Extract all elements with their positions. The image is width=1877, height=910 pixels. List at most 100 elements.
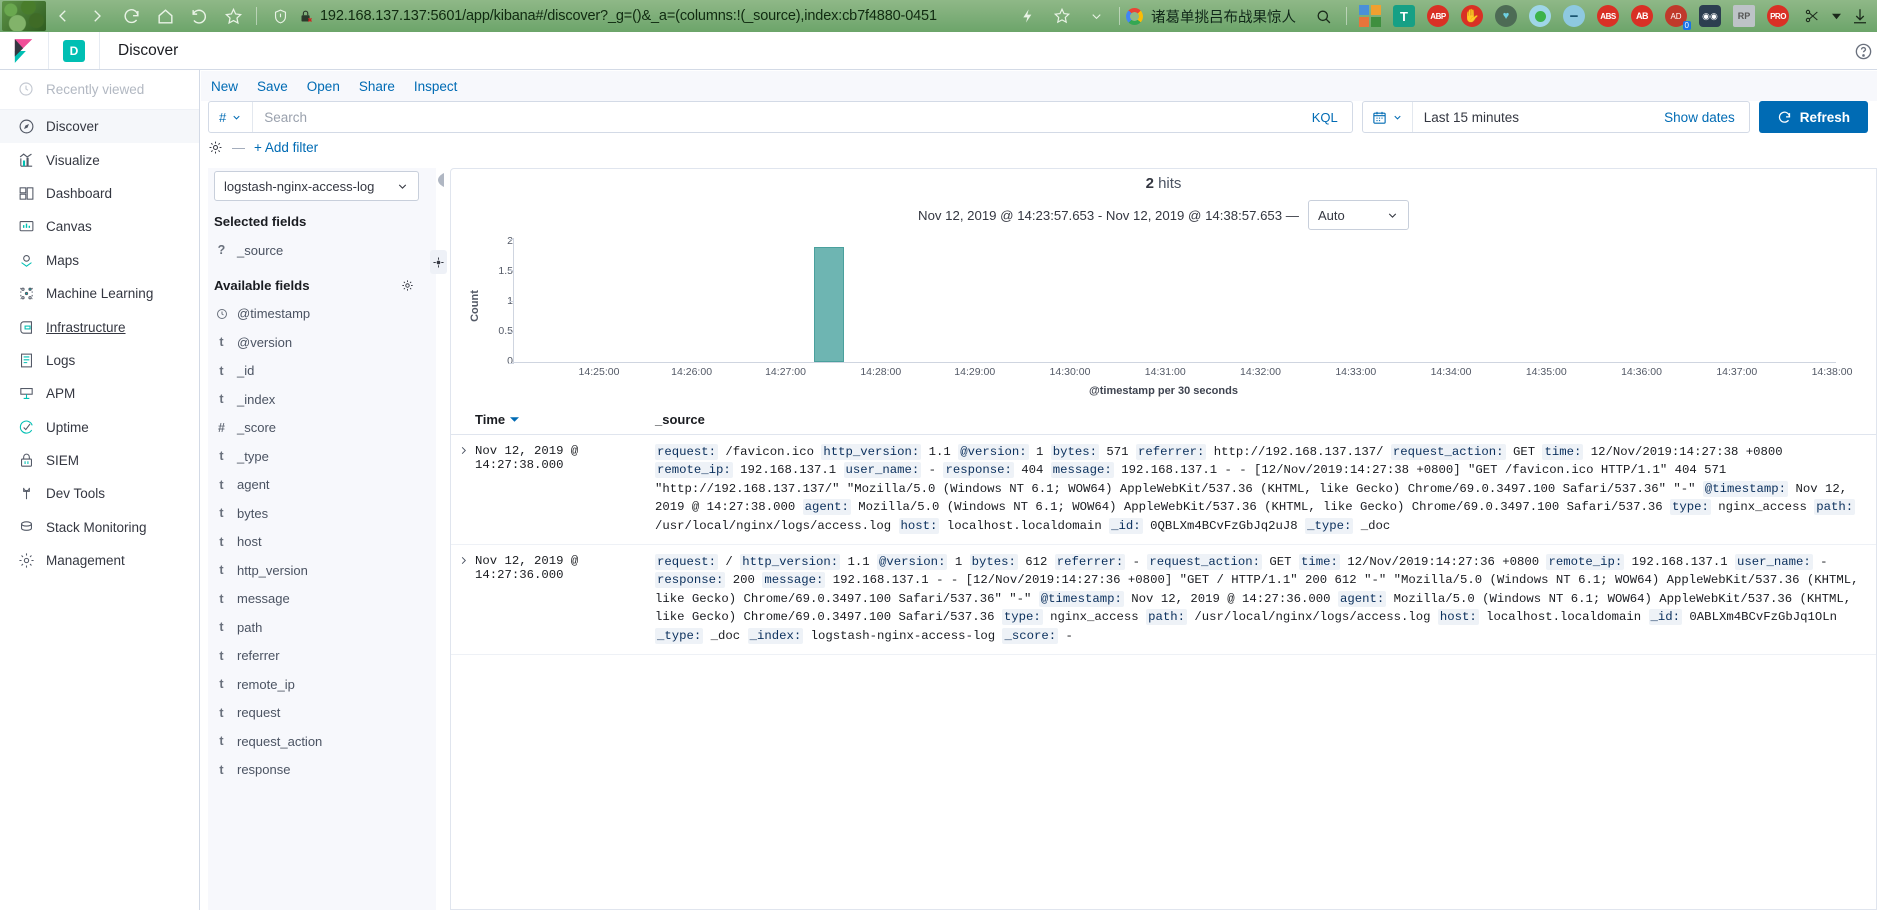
interval-select[interactable]: Auto xyxy=(1307,200,1409,230)
minus-circle-icon[interactable]: − xyxy=(1563,5,1585,27)
field-row-http-version[interactable]: t http_version xyxy=(208,556,436,585)
expand-row-icon[interactable] xyxy=(451,553,475,645)
sidebar-label: APM xyxy=(46,386,76,402)
lightning-icon[interactable] xyxy=(1011,0,1045,32)
forward-arrow-icon[interactable] xyxy=(80,0,114,32)
field-row-type[interactable]: t _type xyxy=(208,442,436,471)
field-row-request-action[interactable]: t request_action xyxy=(208,727,436,756)
bookmark-star-icon[interactable] xyxy=(216,0,250,32)
field-row-id[interactable]: t _id xyxy=(208,357,436,386)
address-bar[interactable]: 192.168.137.137:5601/app/kibana#/discove… xyxy=(297,0,1011,32)
gear-icon[interactable] xyxy=(401,279,414,292)
index-pattern-select[interactable]: logstash-nginx-access-log xyxy=(214,171,419,201)
source-field-key: @timestamp: xyxy=(1702,480,1789,497)
table-row[interactable]: Nov 12, 2019 @ 14:27:38.000 request: /fa… xyxy=(451,435,1876,546)
sidebar-settings-button[interactable] xyxy=(430,250,447,274)
field-row-version[interactable]: t @version xyxy=(208,328,436,357)
rp-icon[interactable]: RP xyxy=(1733,5,1755,27)
field-row-agent[interactable]: t agent xyxy=(208,471,436,500)
add-filter-button[interactable]: + Add filter xyxy=(254,140,318,155)
query-language-button[interactable]: # xyxy=(209,102,254,132)
scissors-icon[interactable] xyxy=(1795,0,1829,32)
sidebar-item-uptime[interactable]: Uptime xyxy=(0,411,199,444)
sidebar-item-canvas[interactable]: Canvas xyxy=(0,210,199,243)
sidebar-label: Dashboard xyxy=(46,185,113,201)
save-button[interactable]: Save xyxy=(257,79,288,94)
sidebar-item-discover[interactable]: Discover xyxy=(0,110,199,144)
search-input[interactable] xyxy=(253,103,1298,131)
source-field-value: 404 xyxy=(1013,463,1051,478)
kql-toggle[interactable]: KQL xyxy=(1298,110,1352,125)
browser-search-term[interactable]: 诸葛单挑吕布战果惊人 xyxy=(1151,6,1296,27)
field-row-remote-ip[interactable]: t remote_ip xyxy=(208,670,436,699)
field-row-source[interactable]: ? _source xyxy=(208,236,436,265)
abs-icon[interactable]: ABS xyxy=(1597,5,1619,27)
translate-icon[interactable]: T xyxy=(1393,5,1415,27)
sidebar-item-maps[interactable]: Maps xyxy=(0,244,199,277)
field-row-message[interactable]: t message xyxy=(208,585,436,614)
tampermonkey-icon[interactable]: ◉◉ xyxy=(1699,5,1721,27)
histogram-bar[interactable] xyxy=(814,247,844,362)
column-header-time[interactable]: Time xyxy=(475,412,655,427)
sidebar-item-recently-viewed[interactable]: Recently viewed xyxy=(0,70,199,110)
pro-icon[interactable]: PRO xyxy=(1767,5,1789,27)
field-row-bytes[interactable]: t bytes xyxy=(208,499,436,528)
ms-office-icon[interactable] xyxy=(1359,5,1381,27)
sidebar-label: Maps xyxy=(46,252,80,268)
app-badge[interactable]: D xyxy=(63,39,85,62)
field-row-timestamp[interactable]: @timestamp xyxy=(208,300,436,329)
column-header-source[interactable]: _source xyxy=(655,412,705,427)
download-icon[interactable] xyxy=(1843,0,1877,32)
stop-hand-icon[interactable]: ✋ xyxy=(1461,5,1483,27)
chevron-down-icon[interactable] xyxy=(1079,0,1113,32)
show-dates-button[interactable]: Show dates xyxy=(1650,110,1749,125)
collapse-sidebar-button[interactable] xyxy=(436,172,446,188)
home-icon[interactable] xyxy=(148,0,182,32)
star-icon[interactable] xyxy=(1045,0,1079,32)
field-row-host[interactable]: t host xyxy=(208,528,436,557)
calendar-icon-button[interactable] xyxy=(1363,102,1413,132)
search-icon[interactable] xyxy=(1306,0,1340,32)
green-dot-icon[interactable] xyxy=(1529,5,1551,27)
field-row-request[interactable]: t request xyxy=(208,699,436,728)
table-row[interactable]: Nov 12, 2019 @ 14:27:36.000 request: / h… xyxy=(451,545,1876,656)
refresh-button[interactable]: Refresh xyxy=(1758,101,1868,133)
share-button[interactable]: Share xyxy=(359,79,395,94)
sidebar-item-stack-monitoring[interactable]: Stack Monitoring xyxy=(0,511,199,544)
kibana-logo[interactable] xyxy=(0,32,49,69)
sidebar-item-management[interactable]: Management xyxy=(0,544,199,577)
sort-desc-icon[interactable] xyxy=(510,415,520,424)
sidebar-item-dashboard[interactable]: Dashboard xyxy=(0,177,199,210)
inspect-button[interactable]: Inspect xyxy=(414,79,458,94)
date-range-value[interactable]: Last 15 minutes xyxy=(1413,110,1650,125)
filter-settings-icon[interactable] xyxy=(208,140,223,155)
reload-icon[interactable] xyxy=(114,0,148,32)
expand-row-icon[interactable] xyxy=(451,443,475,535)
field-name: request xyxy=(237,705,281,721)
x-tick: 14:28:00 xyxy=(860,366,902,378)
field-row-index[interactable]: t _index xyxy=(208,385,436,414)
sidebar-item-visualize[interactable]: Visualize xyxy=(0,143,199,176)
shield-icon[interactable] xyxy=(263,0,297,32)
field-row-path[interactable]: t path xyxy=(208,613,436,642)
back-arrow-icon[interactable] xyxy=(46,0,80,32)
dropdown-caret-icon[interactable] xyxy=(1829,0,1843,32)
ab-icon[interactable]: AB xyxy=(1631,5,1653,27)
sidebar-item-infrastructure[interactable]: Infrastructure xyxy=(0,310,199,343)
sidebar-item-machine-learning[interactable]: Machine Learning xyxy=(0,277,199,310)
browser-theme-logo xyxy=(2,1,46,31)
sidebar-item-dev-tools[interactable]: Dev Tools xyxy=(0,477,199,510)
new-button[interactable]: New xyxy=(211,79,238,94)
field-row-score[interactable]: # _score xyxy=(208,414,436,443)
sidebar-item-siem[interactable]: SIEM xyxy=(0,444,199,477)
sidebar-item-apm[interactable]: APM xyxy=(0,377,199,410)
help-icon[interactable] xyxy=(1854,42,1873,66)
history-icon[interactable] xyxy=(182,0,216,32)
open-button[interactable]: Open xyxy=(307,79,340,94)
abp-icon[interactable]: ABP xyxy=(1427,5,1449,27)
field-row-referrer[interactable]: t referrer xyxy=(208,642,436,671)
shield-heart-icon[interactable]: ♥ xyxy=(1495,5,1517,27)
sidebar-item-logs[interactable]: Logs xyxy=(0,344,199,377)
field-row-response[interactable]: t response xyxy=(208,756,436,785)
adblock-badge-icon[interactable]: AD 0 xyxy=(1665,5,1691,30)
